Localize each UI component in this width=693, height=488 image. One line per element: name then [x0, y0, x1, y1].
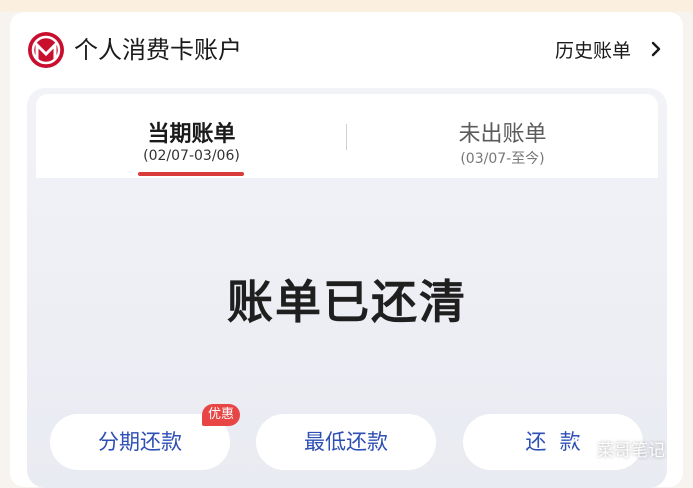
minimum-repay-label: 最低还款: [304, 430, 388, 454]
chevron-right-icon: [651, 41, 661, 57]
minimum-repay-button[interactable]: 最低还款: [256, 414, 436, 470]
bill-status: 账单已还清: [227, 275, 467, 329]
account-header: 个人消费卡账户 历史账单: [10, 12, 683, 82]
tab-unbilled-label: 未出账单: [458, 122, 547, 147]
history-bills-link[interactable]: 历史账单: [555, 34, 665, 64]
active-tab-indicator: [138, 172, 244, 176]
installment-repay-button[interactable]: 分期还款 优惠: [50, 404, 240, 470]
tab-unbilled[interactable]: 未出账单 (03/07-至今): [347, 94, 658, 178]
tab-current-date-range: (02/07-03/06): [143, 148, 240, 164]
tab-current-bill[interactable]: 当期账单 (02/07-03/06): [36, 94, 347, 178]
bank-logo-icon: [28, 32, 64, 68]
history-bills-label: 历史账单: [554, 39, 631, 62]
installment-repay-label: 分期还款: [98, 430, 182, 454]
tab-unbilled-date-range: (03/07-至今): [460, 151, 545, 167]
watermark-logo-icon: [570, 437, 592, 459]
account-card: 个人消费卡账户 历史账单 当期账单 (02/07-03/06) 未出账单 (03…: [10, 12, 683, 488]
account-title: 个人消费卡账户: [74, 36, 242, 64]
top-strip: [0, 0, 693, 12]
bill-tabs: 当期账单 (02/07-03/06) 未出账单 (03/07-至今): [36, 94, 658, 178]
watermark-text: 菜哥笔记: [597, 440, 665, 461]
bill-panel: 当期账单 (02/07-03/06) 未出账单 (03/07-至今) 账单已还清…: [27, 88, 667, 488]
discount-badge: 优惠: [201, 404, 240, 426]
tab-current-label: 当期账单: [147, 122, 236, 147]
watermark: 菜哥笔记: [570, 434, 665, 462]
